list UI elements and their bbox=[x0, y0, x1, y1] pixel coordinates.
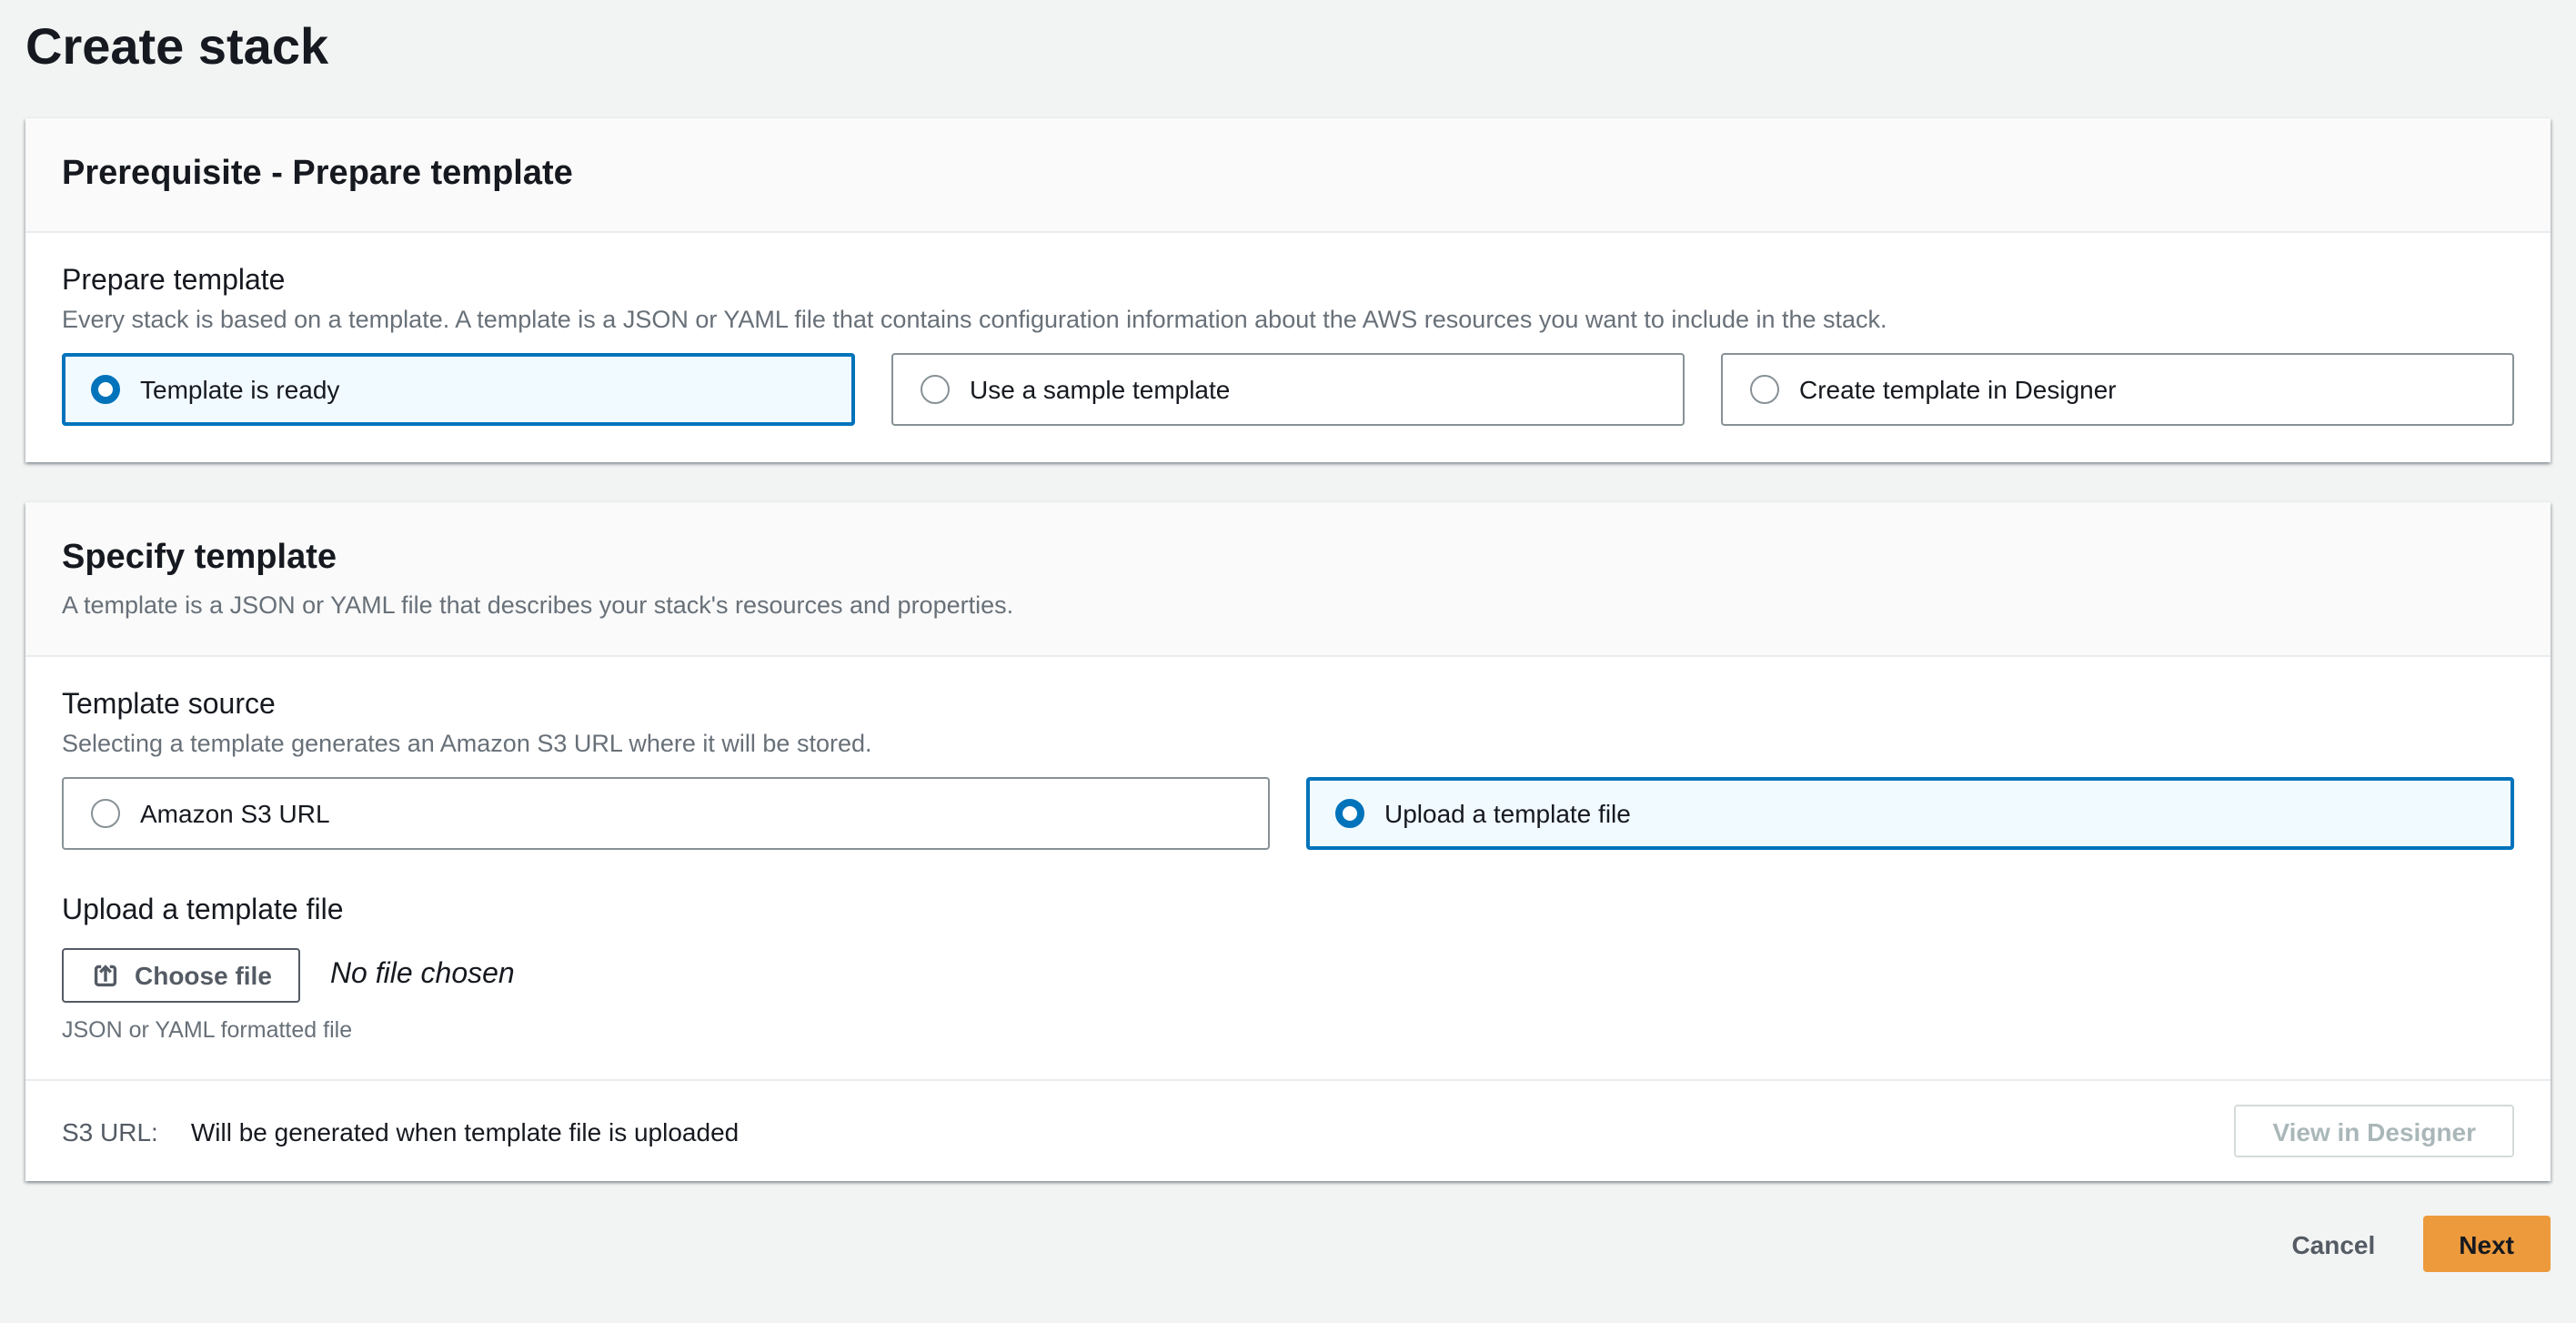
choose-file-button[interactable]: Choose file bbox=[62, 948, 301, 1003]
specify-template-card: Specify template A template is a JSON or… bbox=[25, 502, 2551, 1181]
specify-template-card-title: Specify template bbox=[62, 539, 337, 577]
page-title: Create stack bbox=[25, 18, 329, 75]
cancel-button[interactable]: Cancel bbox=[2291, 1229, 2375, 1258]
template-source-label: Template source bbox=[62, 690, 276, 721]
tile-label: Amazon S3 URL bbox=[140, 799, 330, 828]
prerequisite-card-title: Prerequisite - Prepare template bbox=[62, 155, 573, 193]
specify-template-card-footer: S3 URL: Will be generated when template … bbox=[25, 1079, 2551, 1181]
prepare-template-description: Every stack is based on a template. A te… bbox=[62, 306, 1887, 333]
template-source-description: Selecting a template generates an Amazon… bbox=[62, 730, 872, 757]
tile-create-template-in-designer[interactable]: Create template in Designer bbox=[1721, 353, 2514, 426]
prepare-template-label: Prepare template bbox=[62, 266, 286, 297]
radio-selected-icon[interactable] bbox=[91, 375, 120, 404]
specify-template-card-header: Specify template A template is a JSON or… bbox=[25, 502, 2551, 657]
s3-url-value: Will be generated when template file is … bbox=[190, 1116, 740, 1146]
tile-amazon-s3-url[interactable]: Amazon S3 URL bbox=[62, 777, 1270, 850]
radio-selected-icon[interactable] bbox=[1335, 799, 1364, 828]
upload-format-hint: JSON or YAML formatted file bbox=[62, 1017, 353, 1043]
specify-template-card-description: A template is a JSON or YAML file that d… bbox=[62, 591, 1014, 619]
tile-label: Use a sample template bbox=[970, 375, 1231, 404]
upload-template-field: Upload a template file Choose file No fi… bbox=[62, 894, 2514, 1043]
view-in-designer-button[interactable]: View in Designer bbox=[2234, 1105, 2514, 1157]
template-source-options: Amazon S3 URL Upload a template file bbox=[62, 777, 2514, 850]
radio-unselected-icon[interactable] bbox=[91, 799, 120, 828]
tile-upload-template-file[interactable]: Upload a template file bbox=[1306, 777, 2514, 850]
choose-file-row: Choose file No file chosen bbox=[62, 948, 2514, 1003]
s3-url-label: S3 URL: bbox=[62, 1116, 158, 1146]
upload-template-label: Upload a template file bbox=[62, 895, 344, 926]
next-button[interactable]: Next bbox=[2422, 1216, 2551, 1272]
upload-icon bbox=[91, 961, 120, 990]
prerequisite-card: Prerequisite - Prepare template Prepare … bbox=[25, 118, 2551, 462]
prerequisite-card-body: Prepare template Every stack is based on… bbox=[25, 233, 2551, 462]
no-file-chosen-text: No file chosen bbox=[329, 959, 515, 990]
tile-template-is-ready[interactable]: Template is ready bbox=[62, 353, 855, 426]
create-stack-page: Create stack Prerequisite - Prepare temp… bbox=[0, 0, 2576, 1276]
tile-label: Create template in Designer bbox=[1799, 375, 2117, 404]
wizard-actions: Cancel Next bbox=[25, 1216, 2551, 1323]
tile-label: Upload a template file bbox=[1384, 799, 1631, 828]
prerequisite-card-header: Prerequisite - Prepare template bbox=[25, 118, 2551, 233]
prepare-template-options: Template is ready Use a sample template … bbox=[62, 353, 2514, 426]
radio-unselected-icon[interactable] bbox=[921, 375, 950, 404]
choose-file-button-label: Choose file bbox=[135, 961, 272, 990]
specify-template-card-body: Template source Selecting a template gen… bbox=[25, 657, 2551, 1079]
tile-label: Template is ready bbox=[140, 375, 340, 404]
tile-use-sample-template[interactable]: Use a sample template bbox=[891, 353, 1685, 426]
radio-unselected-icon[interactable] bbox=[1750, 375, 1779, 404]
